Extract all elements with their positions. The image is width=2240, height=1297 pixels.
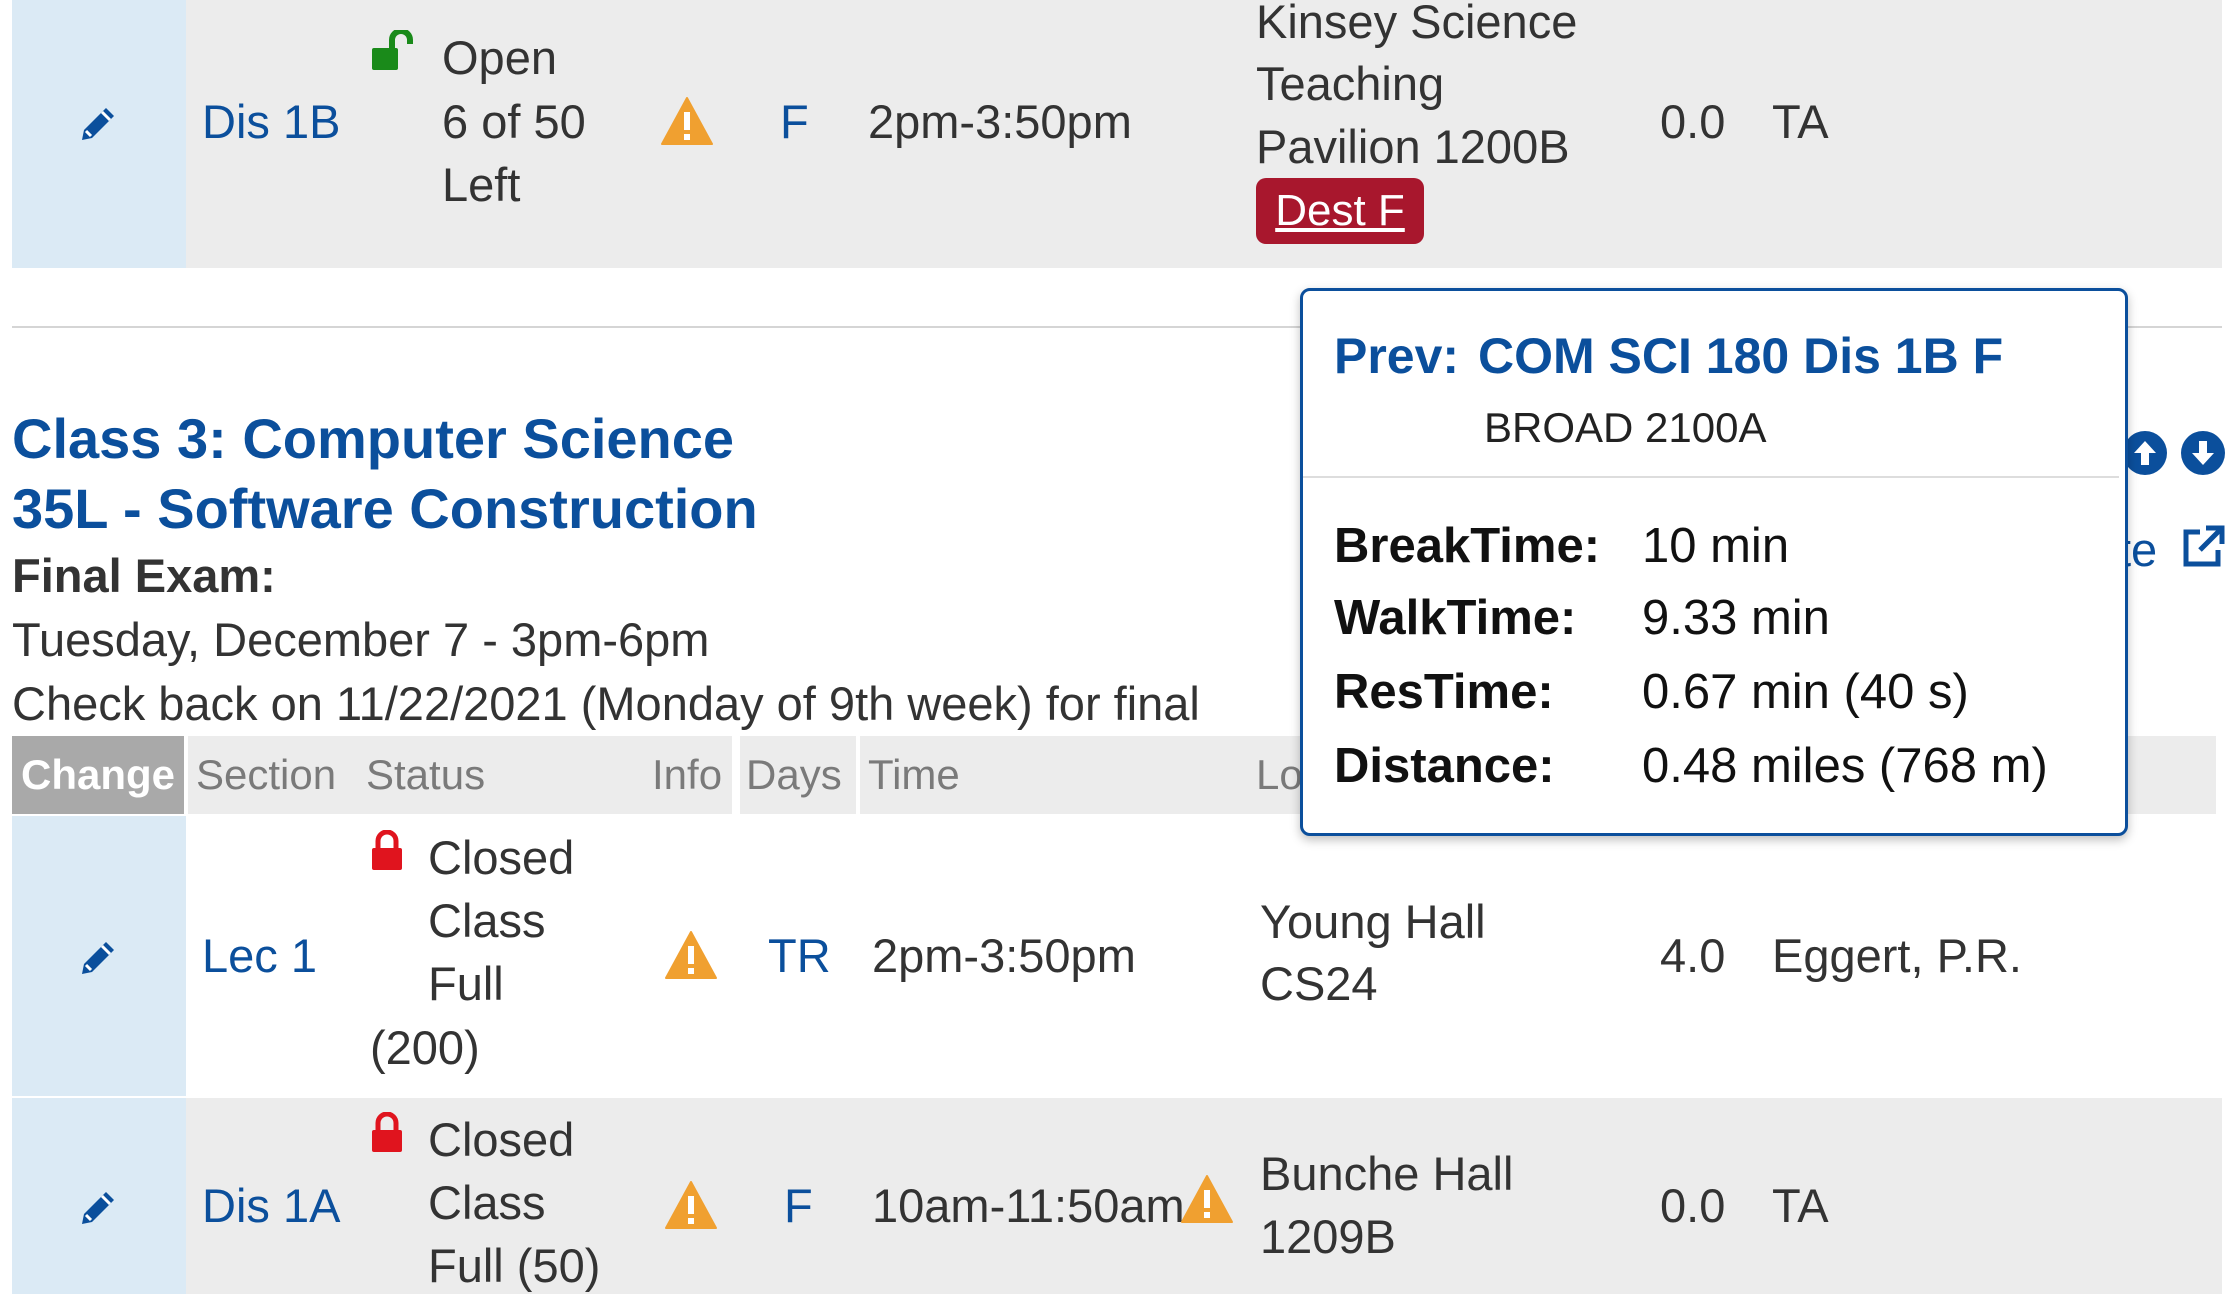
time-text: 2pm-3:50pm <box>872 929 1136 982</box>
location-line: Kinsey Science <box>1256 0 1578 48</box>
location-line: Young Hall <box>1260 895 1486 948</box>
header-info-label: Info <box>652 751 723 798</box>
header-info: Info <box>646 736 732 814</box>
lock-icon <box>372 1112 402 1152</box>
location-line: 1209B <box>1260 1210 1396 1263</box>
units-text: 4.0 <box>1660 929 1726 982</box>
final-exam-date: Tuesday, December 7 - 3pm-6pm <box>12 613 710 666</box>
class-title-line2: 35L - Software Construction <box>12 477 758 540</box>
unlock-icon <box>372 30 413 70</box>
status-line: 6 of 50 <box>442 95 586 148</box>
tooltip-prev-location: BROAD 2100A <box>1484 404 1767 451</box>
location-line: Teaching <box>1256 57 1445 110</box>
status-line: Full <box>428 957 504 1010</box>
arrow-down-circle-icon[interactable] <box>2180 430 2226 476</box>
header-days: Days <box>740 736 856 814</box>
status-line: Class <box>428 1176 546 1229</box>
tooltip-break-label: BreakTime: <box>1334 519 1601 573</box>
time-text: 10am-11:50am <box>872 1179 1185 1232</box>
pencil-icon[interactable] <box>74 100 122 148</box>
tooltip-walk-value: 9.33 min <box>1642 591 1830 645</box>
header-status: Status <box>356 736 646 814</box>
header-change-label: Change <box>20 751 175 798</box>
lock-icon <box>372 830 402 870</box>
section-link[interactable]: Dis 1B <box>202 90 340 153</box>
instructor-text: TA <box>1772 95 1829 148</box>
header-location-label: Lo <box>1256 751 1303 798</box>
units-text: 0.0 <box>1660 95 1726 148</box>
external-link-icon[interactable] <box>2180 524 2226 570</box>
pencil-icon[interactable] <box>74 1184 122 1232</box>
days-link[interactable]: F <box>784 1174 813 1237</box>
header-change: Change <box>12 736 184 814</box>
header-time: Time <box>860 736 1252 814</box>
warning-icon[interactable] <box>1180 1174 1234 1224</box>
warning-icon[interactable] <box>664 930 718 980</box>
status-line: Class <box>428 894 546 947</box>
location-line: CS24 <box>1260 957 1378 1010</box>
header-time-label: Time <box>868 751 960 798</box>
tooltip-divider <box>1303 476 2119 478</box>
status-line: (200) <box>370 1021 480 1074</box>
location-line: Pavilion 1200B <box>1256 120 1570 173</box>
final-exam-label: Final Exam: <box>12 549 276 602</box>
status-line: Closed <box>428 1113 575 1166</box>
header-section-label: Section <box>196 751 337 798</box>
status-line: Full (50) <box>428 1239 601 1292</box>
tooltip-res-value: 0.67 min (40 s) <box>1642 665 1969 719</box>
status-line: Left <box>442 158 521 211</box>
warning-icon[interactable] <box>660 96 714 146</box>
tooltip-prev-label: Prev: <box>1334 328 1460 384</box>
status-line: Open <box>442 31 557 84</box>
header-status-label: Status <box>366 751 486 798</box>
check-back-text: Check back on 11/22/2021 (Monday of 9th … <box>12 677 1200 730</box>
tooltip-break-value: 10 min <box>1642 519 1790 573</box>
tooltip-res-label: ResTime: <box>1334 665 1554 719</box>
tooltip-walk-label: WalkTime: <box>1334 591 1577 645</box>
section-link[interactable]: Lec 1 <box>202 924 317 987</box>
location-line: Bunche Hall <box>1260 1147 1514 1200</box>
tooltip-distance-value: 0.48 miles (768 m) <box>1642 739 2048 793</box>
time-text: 2pm-3:50pm <box>868 95 1132 148</box>
tooltip-distance-label: Distance: <box>1334 739 1555 793</box>
tooltip-prev-course: COM SCI 180 Dis 1B F <box>1478 328 2004 384</box>
pencil-icon[interactable] <box>74 934 122 982</box>
instructor-text: TA <box>1772 1179 1829 1232</box>
instructor-text: Eggert, P.R. <box>1772 929 2022 982</box>
days-link[interactable]: F <box>780 90 809 153</box>
warning-icon[interactable] <box>664 1180 718 1230</box>
arrow-up-circle-icon[interactable] <box>2122 430 2168 476</box>
units-text: 0.0 <box>1660 1179 1726 1232</box>
section-link[interactable]: Dis 1A <box>202 1174 340 1237</box>
days-link[interactable]: TR <box>768 924 831 987</box>
status-line: Closed <box>428 831 575 884</box>
header-section: Section <box>188 736 356 814</box>
class-title-line1: Class 3: Computer Science <box>12 407 735 470</box>
dest-badge-label[interactable]: Dest F <box>1256 178 1424 244</box>
header-days-label: Days <box>746 751 842 798</box>
